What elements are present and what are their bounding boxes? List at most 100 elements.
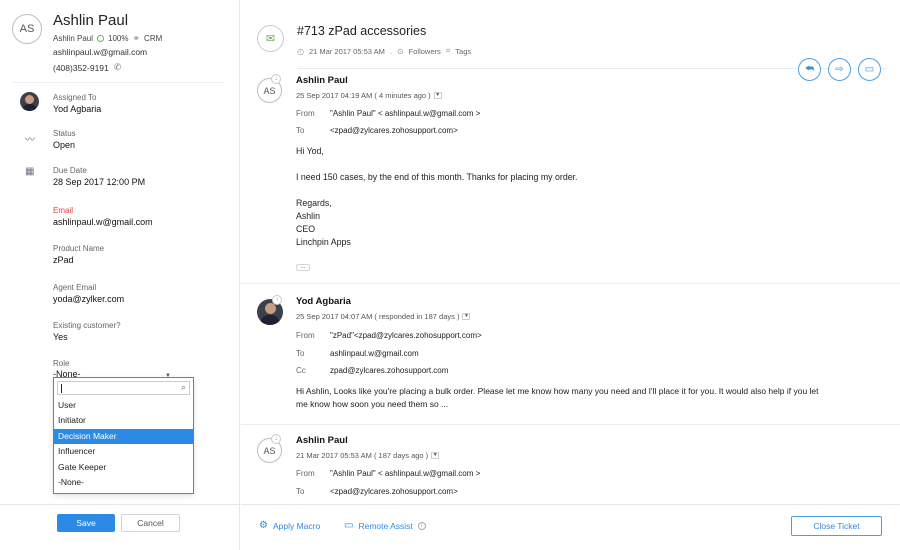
- thread-body: Hi Yod, I need 150 cases, by the end of …: [296, 145, 578, 249]
- existing-customer-value[interactable]: Yes: [53, 331, 223, 344]
- from-row: From "Ashlin Paul" < ashlinpaul.w@gmail.c…: [296, 109, 480, 118]
- from-value: "Ashlin Paul" < ashlinpaul.w@gmail.com >: [330, 109, 481, 118]
- due-date-value[interactable]: 28 Sep 2017 12:00 PM: [53, 176, 223, 189]
- close-ticket-button[interactable]: Close Ticket: [791, 516, 882, 536]
- ticket-title: #713 zPad accessories: [297, 24, 427, 38]
- role-label: Role: [53, 359, 70, 368]
- tags-link[interactable]: Tags: [455, 47, 471, 56]
- to-label: To: [296, 487, 305, 496]
- agent-email-value[interactable]: yoda@zylker.com: [53, 293, 223, 306]
- info-icon[interactable]: i: [417, 521, 426, 530]
- apply-macro-label: Apply Macro: [272, 520, 321, 531]
- contact-account[interactable]: Ashlin Paul: [53, 34, 93, 43]
- to-label: To: [296, 126, 305, 135]
- thread-item[interactable]: AS ↓ Ashlin Paul 25 Sep 2017 04:19 AM ( …: [241, 74, 900, 288]
- contact-phone[interactable]: (408)352-9191: [53, 63, 109, 73]
- ticket-meta: ◴ 21 Mar 2017 05:53 AM . ⊙ Followers ⌗ T…: [297, 46, 471, 56]
- thread-sender[interactable]: Ashlin Paul: [296, 75, 348, 86]
- role-search-input[interactable]: ⌕: [57, 381, 190, 395]
- incoming-icon: ↓: [271, 74, 281, 84]
- contact-card: AS Ashlin Paul Ashlin Paul 100% ⚭ CRM as…: [12, 12, 232, 78]
- thread-date: 25 Sep 2017 04:19 AM ( 4 minutes ago ): [296, 91, 431, 100]
- assigned-to-value[interactable]: Yod Agbaria: [53, 103, 223, 116]
- conversation-footer: ⚙ Apply Macro ▭ Remote Assist i Close Ti…: [241, 504, 900, 550]
- product-name-value[interactable]: zPad: [53, 254, 223, 267]
- from-value: "Ashlin Paul" < ashlinpaul.w@gmail.com >: [330, 469, 481, 478]
- status-field[interactable]: Status Open: [53, 128, 223, 152]
- email-field[interactable]: Email ashlinpaul.w@gmail.com: [53, 205, 223, 229]
- thread-date: 25 Sep 2017 04:07 AM ( responded in 187 …: [296, 312, 460, 321]
- clock-icon: ◴: [297, 46, 304, 56]
- show-quoted-button[interactable]: ...: [296, 264, 310, 271]
- chevron-down-icon[interactable]: ▼: [431, 452, 440, 459]
- thread-item[interactable]: ↑ Yod Agbaria 25 Sep 2017 04:07 AM ( res…: [241, 295, 900, 419]
- body-line: Ashlin: [296, 211, 320, 221]
- thread-body: Hi Ashlin, Looks like you're placing a b…: [296, 385, 819, 411]
- chevron-down-icon[interactable]: ▼: [462, 313, 471, 320]
- from-label: From: [296, 469, 315, 478]
- helpdesk-app: AS Ashlin Paul Ashlin Paul 100% ⚭ CRM as…: [0, 0, 900, 550]
- phone-icon[interactable]: ✆: [114, 62, 122, 73]
- role-option-selected[interactable]: Decision Maker: [54, 428, 193, 445]
- happiness-score-icon: [97, 35, 105, 42]
- chevron-down-icon[interactable]: ▼: [433, 92, 442, 99]
- thread-sender[interactable]: Yod Agbaria: [296, 296, 351, 307]
- role-option[interactable]: -None-: [54, 475, 193, 490]
- apply-macro-button[interactable]: ⚙ Apply Macro: [259, 520, 320, 531]
- contact-sub-info: Ashlin Paul 100% ⚭ CRM: [53, 33, 162, 44]
- to-row: To <zpad@zylcares.zohosupport.com>: [296, 487, 458, 496]
- remote-assist-button[interactable]: ▭ Remote Assist i: [344, 520, 426, 531]
- body-line: [296, 184, 578, 197]
- agent-email-label: Agent Email: [53, 283, 97, 292]
- cc-label: Cc: [296, 366, 306, 375]
- product-name-label: Product Name: [53, 244, 105, 253]
- followers-link[interactable]: Followers: [409, 47, 441, 56]
- meta-separator: .: [389, 46, 392, 56]
- from-row: From "zPad"<zpad@zylcares.zohosupport.com…: [296, 331, 482, 340]
- body-line: CEO: [296, 224, 316, 234]
- from-row: From "Ashlin Paul" < ashlinpaul.w@gmail.c…: [296, 469, 480, 478]
- handshake-icon: ⚭: [132, 33, 141, 43]
- status-trend-icon: 〰: [25, 135, 35, 146]
- thread-date-row: 25 Sep 2017 04:07 AM ( responded in 187 …: [296, 312, 471, 321]
- to-value: ashlinpaul.w@gmail.com: [330, 349, 419, 358]
- agent-avatar: [20, 92, 39, 111]
- contact-name[interactable]: Ashlin Paul: [53, 12, 128, 29]
- body-line: Linchpin Apps: [296, 237, 351, 247]
- divider: [241, 283, 900, 284]
- email-value[interactable]: ashlinpaul.w@gmail.com: [53, 216, 223, 229]
- text-cursor: [61, 384, 62, 393]
- body-line: me know how soon you need them so ...: [296, 399, 449, 409]
- contact-avatar[interactable]: AS: [12, 14, 42, 44]
- ticket-conversation-panel: ✉ #713 zPad accessories ◴ 21 Mar 2017 05…: [241, 0, 900, 550]
- to-value: <zpad@zylcares.zohosupport.com>: [330, 487, 458, 496]
- due-date-label: Due Date: [53, 166, 87, 175]
- cancel-button[interactable]: Cancel: [121, 514, 180, 532]
- status-value[interactable]: Open: [53, 139, 223, 152]
- role-option[interactable]: Influencer: [54, 444, 193, 459]
- properties-footer: Save Cancel: [0, 504, 240, 550]
- role-option[interactable]: Initiator: [54, 413, 193, 428]
- thread-item[interactable]: AS ↓ Ashlin Paul 21 Mar 2017 05:53 AM ( …: [241, 434, 900, 504]
- agent-email-field[interactable]: Agent Email yoda@zylker.com: [53, 282, 223, 306]
- role-option[interactable]: Gate Keeper: [54, 460, 193, 475]
- save-button[interactable]: Save: [57, 514, 115, 532]
- divider: [241, 424, 900, 425]
- existing-customer-field[interactable]: Existing customer? Yes: [53, 320, 223, 344]
- assigned-to-field[interactable]: Assigned To Yod Agbaria: [53, 92, 223, 116]
- role-option[interactable]: User: [54, 398, 193, 413]
- to-row: To ashlinpaul.w@gmail.com: [296, 349, 419, 358]
- body-line: Regards,: [296, 198, 332, 208]
- role-dropdown: ⌕ User Initiator Decision Maker Influenc…: [53, 377, 194, 494]
- thread-sender[interactable]: Ashlin Paul: [296, 435, 348, 446]
- contact-email[interactable]: ashlinpaul.w@gmail.com: [53, 47, 147, 57]
- body-line: I need 150 cases, by the end of this mon…: [296, 172, 578, 182]
- followers-icon: ⊙: [396, 46, 404, 56]
- thread-date-row: 25 Sep 2017 04:19 AM ( 4 minutes ago ) ▼: [296, 91, 442, 100]
- due-date-field[interactable]: Due Date 28 Sep 2017 12:00 PM: [53, 165, 223, 189]
- incoming-icon: ↓: [271, 434, 281, 444]
- crm-label[interactable]: CRM: [144, 34, 162, 43]
- macro-icon: ⚙: [259, 520, 268, 531]
- product-name-field[interactable]: Product Name zPad: [53, 243, 223, 267]
- cc-row: Cc zpad@zylcares.zohosupport.com: [296, 366, 448, 375]
